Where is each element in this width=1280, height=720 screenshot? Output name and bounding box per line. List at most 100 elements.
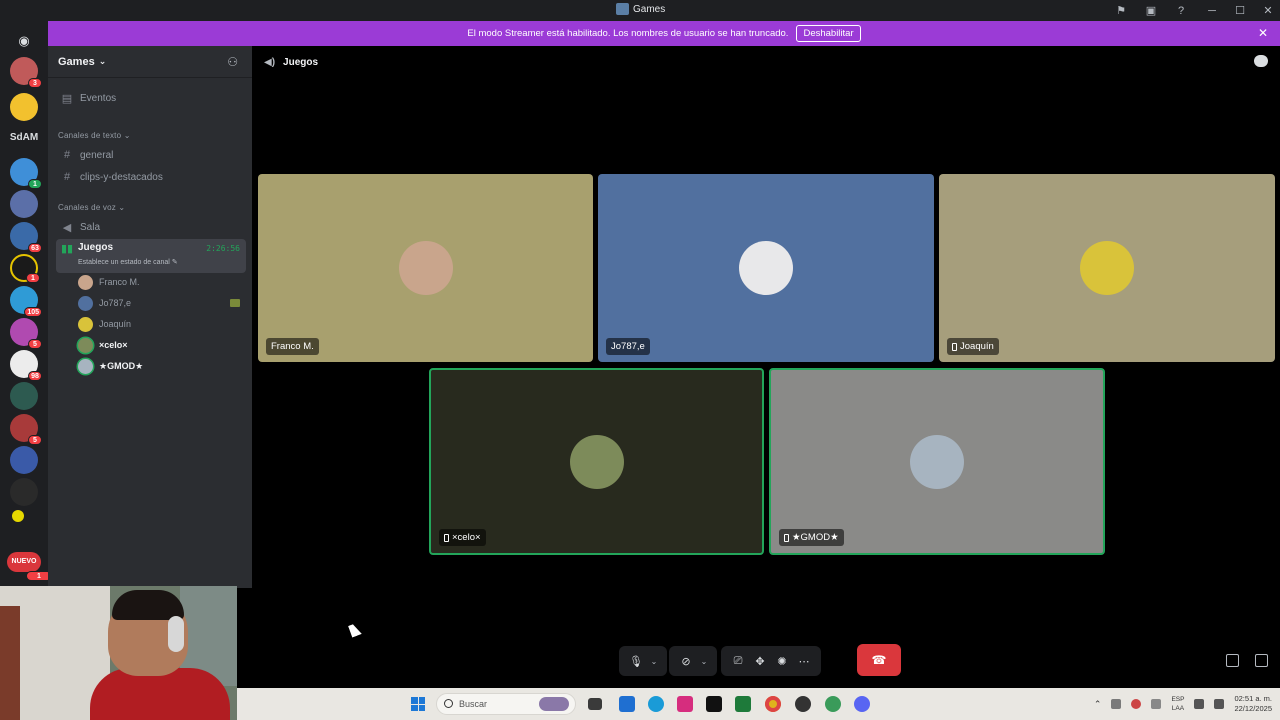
edge-icon[interactable] [648, 696, 664, 712]
app-icon[interactable] [795, 696, 811, 712]
avatar [569, 434, 624, 489]
windows-start-icon[interactable] [411, 697, 425, 711]
server-icon[interactable] [10, 93, 38, 121]
chrome-profile-icon[interactable] [825, 696, 841, 712]
participant-name: Jo787,e [611, 341, 645, 352]
unread-badge: 1 [26, 273, 40, 283]
server-label-sdam[interactable]: SdAM [0, 132, 48, 143]
screen-share-icon[interactable]: ⎚ [727, 655, 749, 668]
new-server-badge[interactable]: NUEVO [7, 552, 41, 572]
microphone-icon[interactable]: 🎙 [625, 655, 647, 668]
discord-home-icon[interactable]: ◉ [10, 27, 38, 55]
avatar [78, 295, 93, 311]
unread-badge: 105 [24, 307, 42, 317]
server-icon[interactable]: 5 [10, 318, 42, 349]
server-icon[interactable]: 1 [10, 158, 42, 189]
voice-user[interactable]: Franco M. [78, 273, 140, 291]
instagram-icon[interactable] [677, 696, 693, 712]
voice-channel-sala[interactable]: ◀ Sala [56, 217, 246, 237]
server-list: ◉ 3 SdAM 1 63 1 105 5 98 5 NUEVO 1 [0, 21, 52, 588]
channel-general[interactable]: # general [56, 145, 246, 165]
clock[interactable]: 02:51 a. m. 22/12/2025 [1234, 694, 1272, 714]
server-header[interactable]: Games ⌄ ⚇ [48, 46, 252, 78]
maximize-button[interactable]: ☐ [1228, 4, 1252, 17]
minimize-button[interactable]: ─ [1200, 5, 1224, 17]
chat-icon[interactable] [1254, 55, 1268, 67]
voice-user[interactable]: Jo787,e [78, 294, 131, 312]
volume-icon[interactable] [1214, 699, 1225, 709]
participant-name-tag: Jo787,e [606, 338, 650, 355]
server-icon[interactable] [10, 382, 38, 410]
soundboard-icon[interactable]: ✺ [771, 655, 793, 668]
voice-user[interactable]: Joaquín [78, 315, 131, 333]
close-window-button[interactable]: ✕ [1256, 4, 1280, 17]
help-icon[interactable]: ? [1174, 5, 1188, 17]
video-tile[interactable]: ×celo× [429, 368, 764, 555]
server-icon[interactable]: 5 [10, 414, 42, 445]
video-tile[interactable]: Jo787,e [598, 174, 934, 362]
server-icon[interactable] [10, 190, 38, 218]
voice-channel-juegos[interactable]: ▮▮ Juegos Establece un estado de canal ✎… [56, 239, 246, 273]
pencil-icon: ✎ [171, 259, 178, 266]
server-icon[interactable]: 98 [10, 350, 42, 381]
server-icon[interactable]: 3 [10, 57, 42, 88]
camera-off-icon[interactable]: ⊘ [675, 655, 697, 668]
server-icon[interactable] [12, 510, 24, 522]
chevron-down-icon[interactable]: ⌄ [647, 657, 661, 666]
server-icon[interactable] [10, 478, 38, 506]
channel-clips[interactable]: # clips-y-destacados [56, 167, 246, 187]
clock-time: 02:51 a. m. [1234, 694, 1272, 703]
more-icon[interactable]: ⋯ [793, 655, 815, 668]
voice-user[interactable]: ×celo× [78, 336, 128, 354]
flag-icon[interactable]: ⚑ [1114, 5, 1128, 17]
popout-icon[interactable] [1226, 654, 1239, 667]
invite-icon[interactable]: ⚇ [227, 55, 238, 69]
streamer-mode-banner: El modo Streamer está habilitado. Los no… [48, 21, 1280, 46]
channel-sidebar: Games ⌄ ⚇ ▤ Eventos Canales de texto ⌄ #… [48, 46, 252, 588]
speaker-icon: ◀) [264, 56, 276, 68]
unread-badge: 1 [28, 179, 42, 189]
chevron-up-icon[interactable]: ⌃ [1094, 699, 1102, 710]
voice-category[interactable]: Canales de voz ⌄ [58, 203, 125, 212]
disable-streamer-button[interactable]: Deshabilitar [796, 25, 861, 42]
text-category[interactable]: Canales de texto ⌄ [58, 131, 131, 140]
hash-icon: # [63, 171, 71, 183]
participant-name-tag: ×celo× [439, 529, 486, 546]
wifi-icon[interactable] [1194, 699, 1205, 709]
tray-icon[interactable] [1111, 699, 1122, 709]
chevron-down-icon[interactable]: ⌄ [697, 657, 711, 666]
disconnect-button[interactable]: ☎ [857, 644, 901, 676]
chrome-icon[interactable] [765, 696, 781, 712]
webcam-overlay [0, 586, 237, 720]
server-icon[interactable]: 105 [10, 286, 42, 317]
language-indicator[interactable]: ESP LAA [1171, 695, 1184, 713]
unread-badge: 63 [28, 243, 42, 253]
excel-icon[interactable] [735, 696, 751, 712]
task-view-icon[interactable] [588, 698, 602, 710]
server-name: Games [58, 55, 95, 68]
video-tile[interactable]: ★GMOD★ [769, 368, 1105, 555]
discord-icon[interactable] [854, 696, 870, 712]
voice-category-label: Canales de voz [58, 203, 116, 212]
tray-icon[interactable] [1131, 699, 1142, 709]
server-icon[interactable]: 1 [10, 254, 40, 283]
activities-icon[interactable]: ✥ [749, 655, 771, 668]
tray-icon[interactable] [1151, 699, 1162, 709]
unread-badge: 98 [28, 371, 42, 381]
taskbar-search[interactable]: Buscar [436, 693, 576, 715]
window-titlebar: Games ⚑ ▣ ? ─ ☐ ✕ [0, 0, 1280, 21]
tiktok-icon[interactable] [706, 696, 722, 712]
close-icon[interactable]: ✕ [1258, 26, 1268, 40]
server-icon[interactable]: 63 [10, 222, 42, 253]
channel-status-prompt[interactable]: Establece un estado de canal ✎ [78, 258, 178, 266]
channel-label: general [80, 149, 114, 161]
fullscreen-icon[interactable] [1255, 654, 1268, 667]
voice-user[interactable]: ★GMOD★ [78, 357, 143, 375]
webcam-headphones [168, 616, 184, 652]
events-item[interactable]: ▤ Eventos [56, 88, 246, 108]
server-icon[interactable] [10, 446, 38, 474]
file-explorer-icon[interactable] [619, 696, 635, 712]
video-tile[interactable]: Joaquín [939, 174, 1275, 362]
video-tile[interactable]: Franco M. [258, 174, 593, 362]
inbox-icon[interactable]: ▣ [1144, 5, 1158, 17]
